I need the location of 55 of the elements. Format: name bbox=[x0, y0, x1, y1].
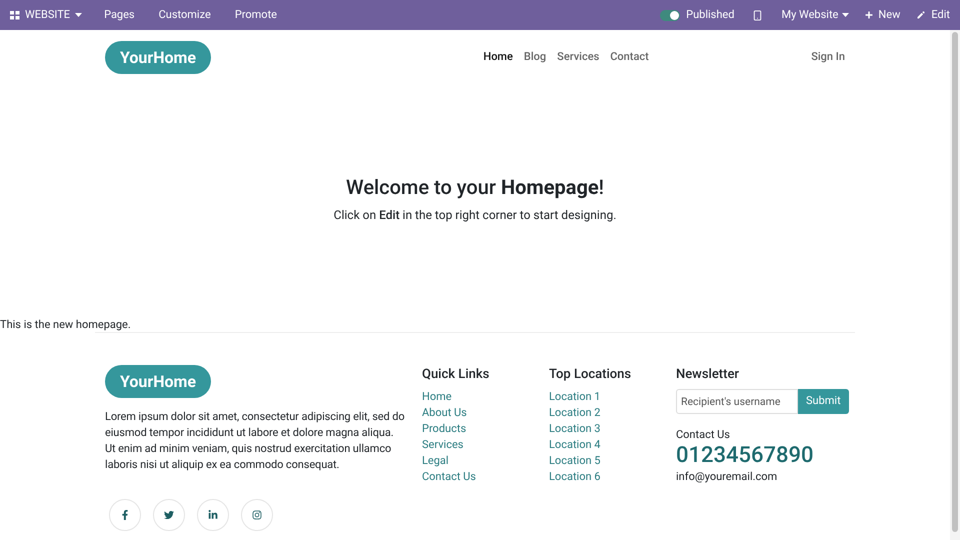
footer-link[interactable]: Location 3 bbox=[549, 420, 676, 436]
admin-menu-item[interactable]: Pages bbox=[104, 6, 135, 24]
column-heading: Newsletter bbox=[676, 366, 740, 384]
footer-link[interactable]: About Us bbox=[422, 404, 549, 420]
footer-link[interactable]: Contact Us bbox=[422, 468, 549, 484]
facebook-icon bbox=[120, 510, 130, 520]
caret-icon bbox=[75, 13, 82, 17]
logo[interactable]: YourHome bbox=[105, 41, 211, 74]
footer-link[interactable]: Location 5 bbox=[549, 452, 676, 468]
contact-label: Contact Us bbox=[676, 426, 731, 442]
column-heading: Quick Links bbox=[422, 366, 490, 384]
hero-subtitle: Click on Edit in the top right corner to start designing. bbox=[334, 206, 616, 224]
linkedin-icon bbox=[208, 510, 218, 520]
admin-menu-item[interactable]: Promote bbox=[234, 6, 278, 24]
sign-in-link[interactable]: Sign In bbox=[811, 49, 845, 66]
footer-link[interactable]: Legal bbox=[422, 452, 549, 468]
social-button[interactable] bbox=[197, 499, 229, 531]
footer-link[interactable]: Services bbox=[422, 436, 549, 452]
footer-link[interactable]: Location 4 bbox=[549, 436, 676, 452]
email-address: info@youremail.com bbox=[676, 469, 778, 485]
social-button[interactable] bbox=[109, 499, 141, 531]
apps-icon bbox=[10, 10, 20, 20]
nav-link[interactable]: Home bbox=[483, 49, 513, 66]
footer-link[interactable]: Location 6 bbox=[549, 468, 676, 484]
nav-link[interactable]: Services bbox=[557, 49, 600, 66]
footer-link[interactable]: Location 1 bbox=[549, 388, 676, 404]
social-button[interactable] bbox=[153, 499, 185, 531]
instagram-icon bbox=[252, 510, 262, 520]
twitter-icon bbox=[164, 510, 174, 520]
pencil-icon bbox=[916, 10, 926, 20]
footer-link[interactable]: Home bbox=[422, 388, 549, 404]
admin-menu-item[interactable]: Customize bbox=[158, 6, 211, 24]
page-note: This is the new homepage. bbox=[0, 318, 131, 332]
footer-link[interactable]: Location 2 bbox=[549, 404, 676, 420]
website-menu[interactable]: My Website bbox=[781, 6, 850, 24]
hero-title: Welcome to your Homepage! bbox=[346, 174, 604, 200]
phone-number: 01234567890 bbox=[676, 443, 815, 469]
mobile-icon[interactable] bbox=[752, 10, 764, 20]
nav-link[interactable]: Blog bbox=[524, 49, 546, 66]
logo[interactable]: YourHome bbox=[105, 365, 211, 398]
footer-link[interactable]: Products bbox=[422, 420, 549, 436]
app-menu[interactable]: WEBSITE bbox=[10, 6, 82, 24]
nav-link[interactable]: Contact bbox=[610, 49, 649, 66]
edit-button[interactable]: Edit bbox=[916, 6, 950, 24]
plus-icon bbox=[865, 11, 874, 19]
username-field[interactable]: Recipient's username bbox=[676, 388, 798, 414]
submit-button[interactable]: Submit bbox=[798, 388, 849, 414]
caret-icon bbox=[842, 13, 850, 17]
about-text: Lorem ipsum dolor sit amet, consectetur adipiscing elit, sed do eiusmod tempor incididunt ut labore et dolore magna aliqua. Ut enim ad minim veniam, quis nostrud exercitation ullamco laboris nisi ut aliquip ex ea commodo consequat. bbox=[105, 409, 405, 473]
new-button[interactable]: New bbox=[865, 6, 900, 24]
column-heading: Top Locations bbox=[549, 366, 632, 384]
scrollbar-thumb[interactable] bbox=[952, 32, 958, 532]
published-toggle[interactable]: Published bbox=[660, 6, 734, 24]
social-button[interactable] bbox=[241, 499, 273, 531]
toggle-switch[interactable] bbox=[660, 10, 680, 20]
